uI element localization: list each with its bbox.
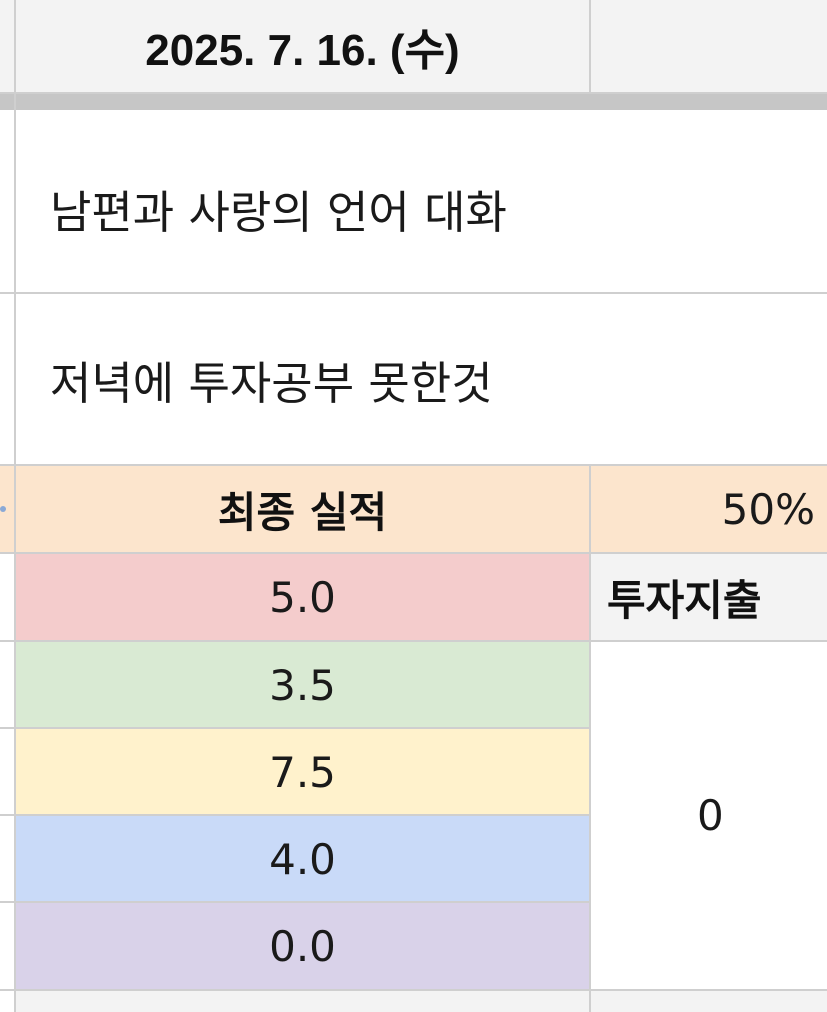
- final-performance-label-cell[interactable]: 최종 실적: [16, 466, 589, 552]
- row-marker: [0, 506, 6, 512]
- invest-label: 투자지출: [607, 575, 762, 625]
- grid-hline: [0, 552, 827, 554]
- invest-value: 0: [697, 791, 724, 840]
- date-header-cell[interactable]: 2025. 7. 16. (수): [16, 0, 589, 92]
- spreadsheet-grid: 2025. 7. 16. (수) 남편과 사랑의 언어 대화 저녁에 투자공부 …: [0, 0, 827, 1012]
- grid-hline: [0, 92, 827, 94]
- memo-cell-2[interactable]: 저녁에 투자공부 못한것: [16, 294, 827, 464]
- grid-vline-mid-top: [589, 0, 591, 94]
- score-cell-1[interactable]: 5.0: [16, 554, 589, 640]
- score-cell-3[interactable]: 7.5: [16, 729, 589, 815]
- date-header-text: 2025. 7. 16. (수): [145, 26, 460, 75]
- score-cell-2[interactable]: 3.5: [16, 642, 589, 728]
- final-performance-percent: 50%: [721, 484, 815, 534]
- grid-hline: [0, 464, 827, 466]
- score-value: 5.0: [269, 572, 336, 622]
- grid-hline: [0, 901, 591, 903]
- grid-hline: [0, 989, 827, 991]
- score-value: 3.5: [269, 660, 336, 710]
- next-row-cell[interactable]: [16, 991, 827, 1012]
- grid-hline: [0, 727, 591, 729]
- score-cell-4[interactable]: 4.0: [16, 816, 589, 902]
- final-performance-label: 최종 실적: [217, 487, 388, 537]
- grid-hline: [0, 292, 827, 294]
- grid-hline: [0, 814, 591, 816]
- score-value: 0.0: [269, 921, 336, 971]
- grid-vline-mid-bottom: [589, 466, 591, 1012]
- memo-cell-1[interactable]: 남편과 사랑의 언어 대화: [16, 124, 827, 292]
- memo-clipped-cell[interactable]: [16, 110, 827, 124]
- header-adjacent-cell[interactable]: [591, 0, 827, 92]
- invest-label-cell[interactable]: 투자지출: [591, 554, 827, 640]
- memo-text-1: 남편과 사랑의 언어 대화: [50, 185, 507, 239]
- memo-text-2: 저녁에 투자공부 못한것: [50, 356, 493, 410]
- score-value: 7.5: [269, 747, 336, 797]
- grid-hline: [0, 640, 827, 642]
- grid-vline-left: [14, 0, 16, 1012]
- final-performance-value-cell[interactable]: 50%: [591, 466, 827, 552]
- score-value: 4.0: [269, 834, 336, 884]
- invest-value-cell[interactable]: 0: [591, 642, 827, 989]
- score-cell-5[interactable]: 0.0: [16, 903, 589, 989]
- freeze-divider[interactable]: [0, 94, 827, 110]
